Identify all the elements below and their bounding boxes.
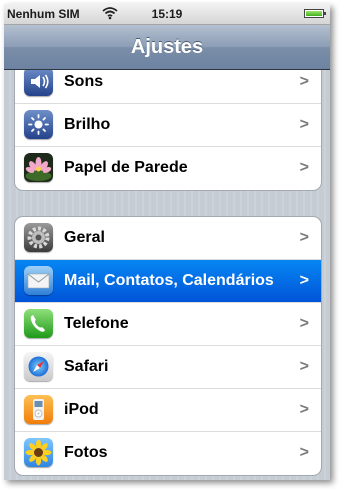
- phone-icon: [24, 309, 53, 338]
- settings-list[interactable]: Sons > Brilho > Papel de Parede > Geral …: [4, 70, 330, 480]
- row-papel-de-parede[interactable]: Papel de Parede >: [15, 147, 321, 190]
- row-telefone[interactable]: Telefone >: [15, 303, 321, 346]
- row-mail-contatos-calendarios[interactable]: Mail, Contatos, Calendários >: [15, 260, 321, 303]
- clock: 15:19: [151, 7, 183, 21]
- settings-group-2: Geral > Mail, Contatos, Calendários > Te…: [14, 216, 322, 476]
- battery-full-icon: [304, 9, 326, 18]
- mail-icon: [24, 266, 53, 295]
- row-ipod[interactable]: iPod >: [15, 389, 321, 432]
- chevron-right-icon: >: [299, 73, 309, 90]
- chevron-right-icon: >: [299, 116, 309, 133]
- ipod-icon: [24, 395, 53, 424]
- chevron-right-icon: >: [299, 444, 309, 461]
- row-label: Telefone: [64, 315, 129, 332]
- row-label: Fotos: [64, 444, 108, 461]
- navigation-bar: Ajustes: [4, 25, 330, 70]
- sunflower-icon: [24, 438, 53, 467]
- row-label: Geral: [64, 229, 105, 246]
- page-title: Ajustes: [130, 36, 204, 58]
- row-brilho[interactable]: Brilho >: [15, 104, 321, 147]
- row-fotos[interactable]: Fotos >: [15, 432, 321, 475]
- chevron-right-icon: >: [299, 272, 309, 289]
- sun-icon: [24, 110, 53, 139]
- row-label: Brilho: [64, 116, 111, 133]
- status-bar: Nenhum SIM 15:19: [4, 4, 330, 25]
- wallpaper-flower-icon: [24, 153, 53, 182]
- safari-compass-icon: [24, 352, 53, 381]
- row-sons[interactable]: Sons >: [15, 70, 321, 104]
- row-label: iPod: [64, 401, 99, 418]
- chevron-right-icon: >: [299, 358, 309, 375]
- chevron-right-icon: >: [299, 229, 309, 246]
- speaker-icon: [24, 70, 53, 96]
- row-geral[interactable]: Geral >: [15, 217, 321, 260]
- row-safari[interactable]: Safari >: [15, 346, 321, 389]
- chevron-right-icon: >: [299, 159, 309, 176]
- row-label: Mail, Contatos, Calendários: [64, 272, 274, 289]
- settings-group-1: Sons > Brilho > Papel de Parede >: [14, 70, 322, 191]
- phone-frame: Nenhum SIM 15:19 Ajustes Sons > Brilho >…: [0, 0, 344, 490]
- row-label: Safari: [64, 358, 109, 375]
- screen: Nenhum SIM 15:19 Ajustes Sons > Brilho >…: [4, 4, 330, 480]
- row-label: Sons: [64, 73, 104, 90]
- gear-icon: [24, 223, 53, 252]
- chevron-right-icon: >: [299, 315, 309, 332]
- chevron-right-icon: >: [299, 401, 309, 418]
- row-label: Papel de Parede: [64, 159, 188, 176]
